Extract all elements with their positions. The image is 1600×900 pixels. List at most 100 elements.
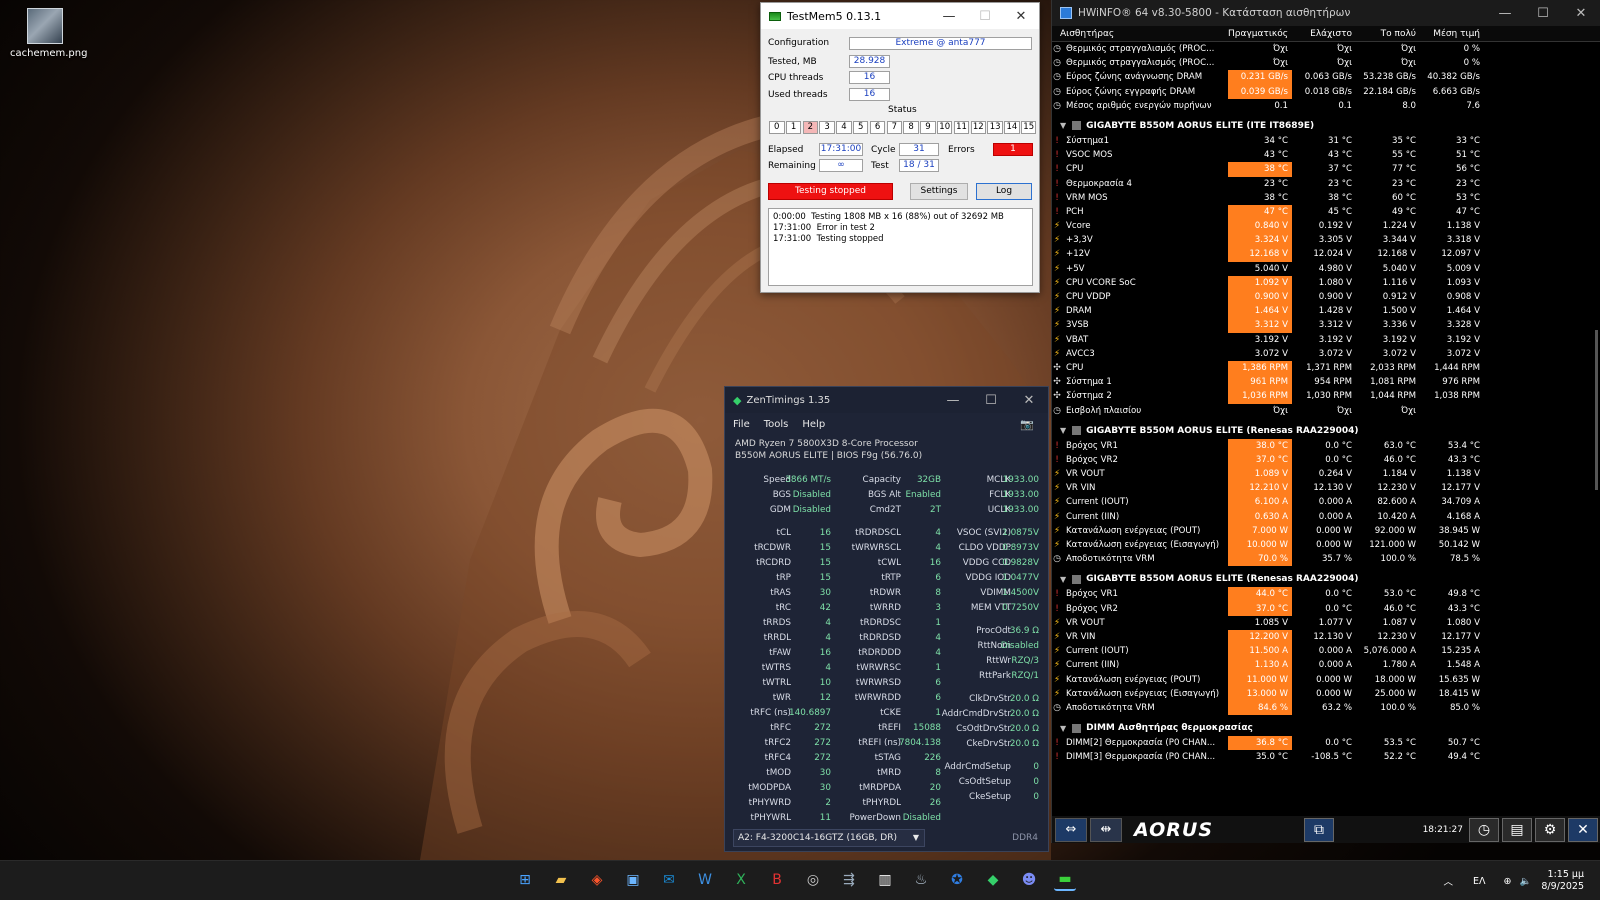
sensor-row[interactable]: ✣ Σύστημα 2 1,036 RPM 1,030 RPM 1,044 RPM 1,0… [1052, 389, 1600, 404]
close-icon[interactable]: ✕ [1010, 393, 1048, 408]
report-icon[interactable]: ▤ [1502, 817, 1532, 842]
sensor-row[interactable]: ⚡ +12V 12.168 V 12.024 V 12.168 V 12.097 V [1052, 247, 1600, 262]
sensor-row[interactable]: ! DIMM[2] Θερμοκρασία (P0 CHAN... 36.8 °C 0… [1052, 736, 1600, 751]
title-bar[interactable]: HWiNFO® 64 v8.30-5800 - Κατάσταση αισθητ… [1052, 0, 1600, 26]
sensor-group-header[interactable]: ▼ DIMM Αισθητήρας θερμοκρασίας [1052, 720, 1600, 736]
sensor-row[interactable]: ◷ Εύρος ζώνης εγγραφής DRAM 0.039 GB/s 0.01… [1052, 84, 1600, 99]
maximize-icon[interactable]: ☐ [972, 393, 1010, 408]
sensor-row[interactable]: ! Βρόχος VR2 37.0 °C 0.0 °C 46.0 °C 43.3 °C [1052, 452, 1600, 468]
sensor-row[interactable]: ⚡ VBAT 3.192 V 3.192 V 3.192 V 3.192 V [1052, 333, 1600, 347]
sensor-row[interactable]: ⚡ Κατανάλωση ενέργειας (Εισαγωγή) 13.000 W… [1052, 686, 1600, 701]
sensor-row[interactable]: ! DIMM[3] Θερμοκρασία (P0 CHAN... 35.0 °C -… [1052, 750, 1600, 764]
bluetooth-app-icon[interactable]: ✪ [946, 869, 968, 891]
arrows-left-right-icon[interactable]: ⇔ [1055, 817, 1087, 842]
hwinfo-taskbar-icon[interactable]: ▥ [874, 869, 896, 891]
sensor-group-header[interactable]: ▼ GIGABYTE B550M AORUS ELITE (ITE IT8689E… [1052, 118, 1600, 134]
sensor-row[interactable]: ◷ Εύρος ζώνης ανάγνωσης DRAM 0.231 GB/s 0.0… [1052, 70, 1600, 85]
column-header-sensor[interactable]: Αισθητήρας [1052, 26, 1228, 41]
steam-icon[interactable]: ♨ [910, 869, 932, 891]
file-explorer-icon[interactable]: ▰ [550, 869, 572, 891]
close-icon[interactable]: ✕ [1003, 9, 1039, 24]
sensor-row[interactable]: ◷ Αποδοτικότητα VRM 84.6 % 63.2 % 100.0 % 85.… [1052, 700, 1600, 716]
collapse-icon[interactable]: ▼ [1060, 426, 1066, 435]
sensor-row[interactable]: ⚡ Vcore 0.840 V 0.192 V 1.224 V 1.138 V [1052, 219, 1600, 234]
close-icon[interactable]: ✕ [1562, 6, 1600, 21]
desktop-icon-cachemem[interactable]: cachemem.png [10, 8, 87, 59]
sensor-row[interactable]: ⚡ +3,3V 3.324 V 3.305 V 3.344 V 3.318 V [1052, 233, 1600, 248]
sensor-row[interactable]: ✣ CPU 1,386 RPM 1,371 RPM 2,033 RPM 1,444 RPM [1052, 360, 1600, 376]
clock-icon[interactable]: ◷ [1469, 817, 1499, 842]
sensor-row[interactable]: ◷ Αποδοτικότητα VRM 70.0 % 35.7 % 100.0 % 78.… [1052, 552, 1600, 567]
column-header-average[interactable]: Μέση τιμή [1420, 26, 1484, 41]
hwinfo-window[interactable]: HWiNFO® 64 v8.30-5800 - Κατάσταση αισθητ… [1051, 0, 1600, 843]
sensor-row[interactable]: ⚡ Current (IOUT) 11.500 A 0.000 A 5,076.000 … [1052, 644, 1600, 659]
sensor-row[interactable]: ✣ Σύστημα 1 961 RPM 954 RPM 1,081 RPM 976 RPM [1052, 375, 1600, 390]
maximize-icon[interactable]: ☐ [967, 9, 1003, 24]
camera-icon[interactable]: 📷 [1020, 418, 1034, 431]
minimize-icon[interactable]: — [931, 9, 967, 24]
sensor-row[interactable]: ◷ Εισβολή πλαισίου Όχι Όχι Όχι [1052, 404, 1600, 418]
menu-file[interactable]: File [733, 419, 750, 430]
testmem-taskbar-icon[interactable]: ▬ [1054, 869, 1076, 891]
network-icon[interactable]: ⧉ [1304, 817, 1334, 842]
red-app-icon[interactable]: B [766, 869, 788, 891]
module-select[interactable]: A2: F4-3200C14-16GTZ (16GB, DR) ▼ [733, 829, 925, 847]
discord-icon[interactable]: ☻ [1018, 869, 1040, 891]
sensor-row[interactable]: ! Βρόχος VR1 44.0 °C 0.0 °C 53.0 °C 49.8 °C [1052, 587, 1600, 602]
sensor-row[interactable]: ⚡ VR VOUT 1.085 V 1.077 V 1.087 V 1.080 V [1052, 616, 1600, 630]
sensor-row[interactable]: ! Βρόχος VR2 37.0 °C 0.0 °C 46.0 °C 43.3 °C [1052, 601, 1600, 616]
sensor-row[interactable]: ! Βρόχος VR1 38.0 °C 0.0 °C 63.0 °C 53.4 °C [1052, 438, 1600, 453]
zentimings-window[interactable]: ◆ ZenTimings 1.35 — ☐ ✕ File Tools Help … [724, 386, 1049, 852]
collapse-icon[interactable]: ▼ [1060, 575, 1066, 584]
sensor-group-header[interactable]: ▼ GIGABYTE B550M AORUS ELITE (Renesas RAA… [1052, 423, 1600, 439]
sensor-group-header[interactable]: ▼ GIGABYTE B550M AORUS ELITE (Renesas RAA… [1052, 571, 1600, 587]
sensor-row[interactable]: ! Θερμοκρασία 4 23 °C 23 °C 23 °C 23 °C [1052, 177, 1600, 191]
sensor-row[interactable]: ⚡ CPU VDDP 0.900 V 0.900 V 0.912 V 0.908 V [1052, 290, 1600, 305]
word-icon[interactable]: W [694, 869, 716, 891]
arrows-collapse-icon[interactable]: ⇹ [1090, 817, 1122, 842]
sensor-row[interactable]: ◷ Θερμικός στραγγαλισμός (PROC... Όχι Όχι Όχ… [1052, 42, 1600, 56]
sensor-row[interactable]: ⚡ CPU VCORE SoC 1.092 V 1.080 V 1.116 V 1.093… [1052, 275, 1600, 290]
sensor-row[interactable]: ! CPU 38 °C 37 °C 77 °C 56 °C [1052, 162, 1600, 177]
testing-stopped-button[interactable]: Testing stopped [768, 183, 893, 200]
language-indicator[interactable]: ΕΛ [1473, 876, 1486, 887]
start-icon[interactable]: ⊞ [514, 869, 536, 891]
sensor-row[interactable]: ! PCH 47 °C 45 °C 49 °C 47 °C [1052, 204, 1600, 220]
sensor-row[interactable]: ⚡ AVCC3 3.072 V 3.072 V 3.072 V 3.072 V [1052, 347, 1600, 361]
sensor-row[interactable]: ⚡ +5V 5.040 V 4.980 V 5.040 V 5.009 V [1052, 262, 1600, 276]
clock[interactable]: 1:15 μμ 8/9/2025 [1541, 869, 1584, 893]
sensor-row[interactable]: ⚡ Κατανάλωση ενέργειας (POUT) 11.000 W 0.00… [1052, 672, 1600, 687]
sensor-row[interactable]: ⚡ VR VOUT 1.089 V 0.264 V 1.184 V 1.138 V [1052, 467, 1600, 482]
scrollbar-thumb[interactable] [1595, 330, 1598, 490]
minimize-icon[interactable]: — [934, 393, 972, 408]
sensor-row[interactable]: ! VRM MOS 38 °C 38 °C 60 °C 53 °C [1052, 191, 1600, 205]
sensor-row[interactable]: ◷ Θερμικός στραγγαλισμός (PROC... Όχι Όχι Όχ… [1052, 56, 1600, 70]
sensor-row[interactable]: ◷ Μέσος αριθμός ενεργών πυρήνων 0.1 0.1 8.0 7… [1052, 99, 1600, 113]
sensor-row[interactable]: ! VSOC MOS 43 °C 43 °C 55 °C 51 °C [1052, 148, 1600, 162]
excel-icon[interactable]: X [730, 869, 752, 891]
column-header-current[interactable]: Πραγματικός [1228, 26, 1292, 41]
maximize-icon[interactable]: ☐ [1524, 6, 1562, 21]
log-button[interactable]: Log [976, 183, 1032, 200]
outlook-icon[interactable]: ✉ [658, 869, 680, 891]
sensor-row[interactable]: ⚡ Κατανάλωση ενέργειας (Εισαγωγή) 10.000 W… [1052, 538, 1600, 553]
log-output[interactable]: 0:00:00 Testing 1808 MB x 16 (88%) out o… [768, 208, 1033, 286]
testmem5-window[interactable]: TestMem5 0.13.1 — ☐ ✕ Configuration Extr… [760, 2, 1040, 293]
close-icon[interactable]: ✕ [1568, 817, 1598, 842]
cpu-z-icon[interactable]: ◎ [802, 869, 824, 891]
column-header-min[interactable]: Ελάχιστο [1292, 26, 1356, 41]
menu-help[interactable]: Help [802, 419, 825, 430]
sensor-row[interactable]: ⚡ VR VIN 12.200 V 12.130 V 12.230 V 12.177 V [1052, 629, 1600, 645]
title-bar[interactable]: ◆ ZenTimings 1.35 — ☐ ✕ [725, 387, 1048, 413]
minimize-icon[interactable]: — [1486, 6, 1524, 21]
menu-tools[interactable]: Tools [764, 419, 789, 430]
sensor-row[interactable]: ⚡ Current (IOUT) 6.100 A 0.000 A 82.600 A 34.… [1052, 495, 1600, 510]
gear-icon[interactable]: ⚙ [1535, 817, 1565, 842]
volume-icon[interactable]: 🔈 [1519, 876, 1531, 887]
sensor-row[interactable]: ⚡ VR VIN 12.210 V 12.130 V 12.230 V 12.177 V [1052, 481, 1600, 496]
sensor-row[interactable]: ⚡ DRAM 1.464 V 1.428 V 1.500 V 1.464 V [1052, 304, 1600, 319]
title-bar[interactable]: TestMem5 0.13.1 — ☐ ✕ [761, 3, 1039, 29]
tool-icon[interactable]: ⇶ [838, 869, 860, 891]
network-icon[interactable]: ⊕ [1504, 876, 1512, 887]
store-icon[interactable]: ▣ [622, 869, 644, 891]
